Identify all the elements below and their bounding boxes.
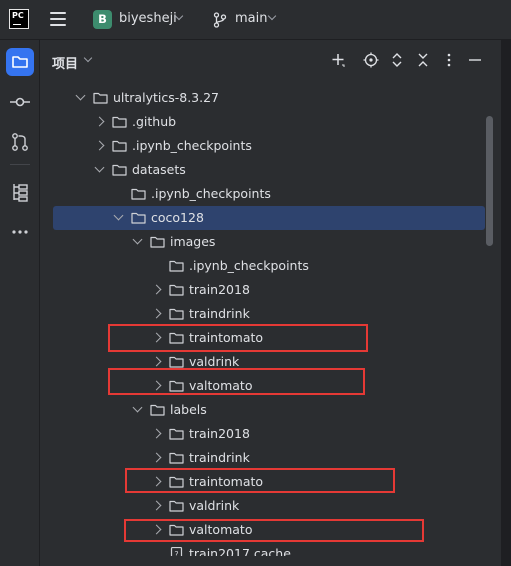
- tool-window-stripe: [0, 40, 40, 566]
- tree-item[interactable]: traindrink: [53, 446, 485, 470]
- tree-item[interactable]: .github: [53, 110, 485, 134]
- chevron-down-icon[interactable]: [94, 162, 105, 173]
- more-tools-button[interactable]: [6, 218, 34, 246]
- pycharm-logo-icon[interactable]: PC: [9, 9, 29, 29]
- main-menu-icon[interactable]: [50, 12, 66, 26]
- tree-item-label: .ipynb_checkpoints: [151, 186, 271, 201]
- more-horizontal-icon: [12, 230, 28, 234]
- chevron-down-icon[interactable]: [132, 234, 143, 245]
- chevron-right-icon[interactable]: [151, 356, 162, 367]
- tree-item-label: traindrink: [189, 306, 250, 321]
- tree-item[interactable]: .ipynb_checkpoints: [53, 134, 485, 158]
- tree-item-label: coco128: [151, 210, 204, 225]
- tree-item[interactable]: labels: [53, 398, 485, 422]
- tree-item-label: .ipynb_checkpoints: [132, 138, 252, 153]
- folder-icon: [169, 500, 184, 512]
- folder-icon: [131, 188, 146, 200]
- folder-icon: [12, 56, 28, 68]
- folder-icon: [169, 284, 184, 296]
- highlight-box: [108, 324, 368, 352]
- tree-item-label: datasets: [132, 162, 186, 177]
- highlight-box: [125, 468, 395, 493]
- tree-item-label: ultralytics-8.3.27: [113, 90, 219, 105]
- chevron-right-icon[interactable]: [151, 308, 162, 319]
- tree-item[interactable]: .ipynb_checkpoints: [53, 182, 485, 206]
- tree-item-label: .github: [132, 114, 177, 129]
- chevron-right-icon[interactable]: [151, 428, 162, 439]
- tree-item-label: valdrink: [189, 498, 240, 513]
- logo-text: PC: [12, 11, 24, 20]
- locate-file-icon[interactable]: [363, 52, 379, 68]
- tree-item[interactable]: .ipynb_checkpoints: [53, 254, 485, 278]
- folder-icon: [169, 452, 184, 464]
- expand-all-icon[interactable]: [389, 52, 405, 68]
- tree-item-label: valdrink: [189, 354, 240, 369]
- folder-icon: [150, 236, 165, 248]
- folder-icon: [169, 356, 184, 368]
- tree-item-label: train2018: [189, 426, 250, 441]
- title-bar: PC B biyesheji main: [0, 0, 511, 40]
- folder-icon: [112, 140, 127, 152]
- panel-title[interactable]: 项目: [52, 53, 78, 72]
- project-badge[interactable]: B: [93, 10, 112, 29]
- tree-item[interactable]: valdrink: [53, 494, 485, 518]
- chevron-right-icon[interactable]: [151, 500, 162, 511]
- folder-icon: [131, 212, 146, 224]
- tree-item[interactable]: train2018: [53, 422, 485, 446]
- chevron-down-icon[interactable]: [75, 90, 86, 101]
- pull-request-icon: [12, 133, 28, 151]
- folder-icon: [169, 308, 184, 320]
- hide-panel-icon[interactable]: [467, 52, 483, 68]
- new-file-icon[interactable]: [330, 52, 346, 68]
- structure-icon: [13, 184, 28, 202]
- project-panel-header: 项目: [41, 40, 501, 80]
- folder-icon: [112, 164, 127, 176]
- folder-icon: [150, 404, 165, 416]
- project-name[interactable]: biyesheji: [119, 11, 177, 26]
- tree-item-label: traindrink: [189, 450, 250, 465]
- branch-chevron-down-icon[interactable]: [267, 11, 277, 21]
- tree-item[interactable]: ultralytics-8.3.27: [53, 86, 485, 110]
- branch-name[interactable]: main: [235, 11, 267, 26]
- git-branch-icon[interactable]: [213, 12, 227, 28]
- editor-gutter: [501, 40, 511, 566]
- highlight-box: [108, 368, 365, 395]
- horizontal-scrollbar[interactable]: [41, 556, 501, 566]
- chevron-down-icon[interactable]: [113, 210, 124, 221]
- chevron-right-icon[interactable]: [94, 116, 105, 127]
- structure-tool-button[interactable]: [6, 178, 34, 206]
- chevron-right-icon[interactable]: [151, 452, 162, 463]
- tree-item[interactable]: datasets: [53, 158, 485, 182]
- folder-icon: [169, 260, 184, 272]
- options-vertical-icon[interactable]: [441, 52, 457, 68]
- chevron-right-icon[interactable]: [94, 140, 105, 151]
- folder-icon: [169, 428, 184, 440]
- tree-item-label: labels: [170, 402, 207, 417]
- view-chevron-down-icon[interactable]: [83, 53, 93, 63]
- chevron-down-icon[interactable]: [132, 402, 143, 413]
- tree-item[interactable]: traindrink: [53, 302, 485, 326]
- pull-requests-tool-button[interactable]: [6, 128, 34, 156]
- tree-item[interactable]: images: [53, 230, 485, 254]
- tree-item-label: train2018: [189, 282, 250, 297]
- commit-icon: [10, 97, 30, 107]
- commit-tool-button[interactable]: [6, 88, 34, 116]
- tree-item-label: .ipynb_checkpoints: [189, 258, 309, 273]
- highlight-box: [124, 519, 424, 542]
- collapse-all-icon[interactable]: [415, 52, 431, 68]
- folder-icon: [112, 116, 127, 128]
- tree-item-label: images: [170, 234, 216, 249]
- tree-item[interactable]: train2018: [53, 278, 485, 302]
- project-tool-button[interactable]: [6, 48, 34, 76]
- folder-icon: [93, 92, 108, 104]
- vertical-scrollbar[interactable]: [486, 116, 493, 246]
- chevron-right-icon[interactable]: [151, 284, 162, 295]
- tree-item[interactable]: coco128: [53, 206, 485, 230]
